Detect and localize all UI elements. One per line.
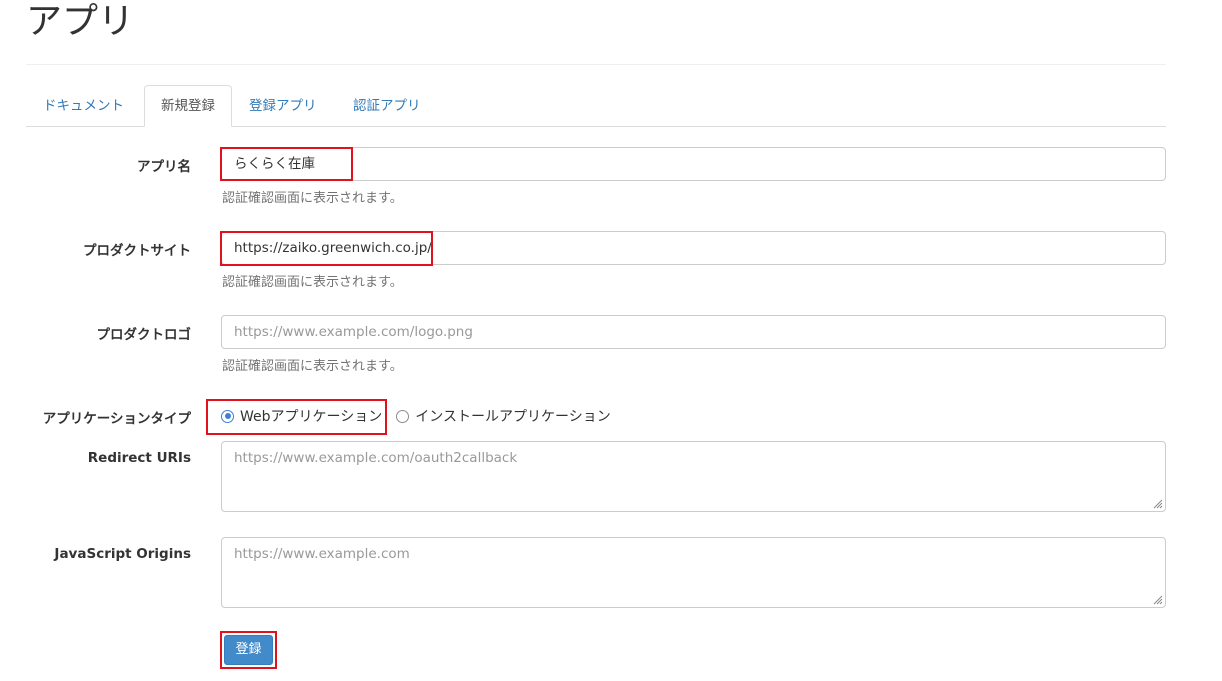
js-origins-textarea[interactable]: https://www.example.com	[221, 537, 1166, 608]
product-site-input[interactable]: https://zaiko.greenwich.co.jp/	[221, 231, 1166, 265]
tab-bar: ドキュメント 新規登録 登録アプリ 認証アプリ	[26, 85, 1166, 127]
app-type-radio-group: Webアプリケーション インストールアプリケーション	[221, 406, 625, 426]
tab-authorized-apps[interactable]: 認証アプリ	[336, 85, 440, 126]
app-type-option-web[interactable]: Webアプリケーション	[221, 406, 382, 426]
js-origins-placeholder: https://www.example.com	[234, 546, 410, 562]
resize-grip-icon[interactable]	[1151, 593, 1163, 605]
app-name-input[interactable]: らくらく在庫	[221, 147, 1166, 181]
title-divider	[26, 64, 1166, 65]
resize-grip-icon[interactable]	[1151, 497, 1163, 509]
register-button[interactable]: 登録	[224, 635, 273, 665]
product-logo-input[interactable]: https://www.example.com/logo.png	[221, 315, 1166, 349]
tab-new-registration[interactable]: 新規登録	[144, 85, 232, 127]
app-name-help: 認証確認画面に表示されます。	[222, 191, 403, 206]
js-origins-label: JavaScript Origins	[54, 546, 191, 562]
redirect-uris-label: Redirect URIs	[87, 450, 191, 466]
page-title: アプリ	[26, 1, 135, 42]
radio-web-app-label: Webアプリケーション	[240, 409, 383, 425]
radio-installed-app[interactable]	[396, 409, 410, 423]
radio-web-app[interactable]	[221, 409, 234, 423]
product-logo-placeholder: https://www.example.com/logo.png	[234, 324, 473, 340]
app-name-label: アプリ名	[137, 159, 191, 175]
app-type-label: アプリケーションタイプ	[42, 411, 191, 427]
redirect-uris-textarea[interactable]: https://www.example.com/oauth2callback	[221, 441, 1166, 512]
radio-installed-app-label: インストールアプリケーション	[415, 409, 611, 425]
product-logo-help: 認証確認画面に表示されます。	[222, 359, 403, 374]
tab-registered-apps[interactable]: 登録アプリ	[232, 85, 336, 126]
product-site-help: 認証確認画面に表示されます。	[222, 275, 403, 290]
product-site-label: プロダクトサイト	[83, 243, 191, 259]
product-site-value: https://zaiko.greenwich.co.jp/	[234, 240, 432, 256]
tab-documents[interactable]: ドキュメント	[26, 85, 144, 126]
product-logo-label: プロダクトロゴ	[96, 327, 192, 343]
app-type-option-installed[interactable]: インストールアプリケーション	[396, 406, 611, 426]
app-name-value: らくらく在庫	[234, 156, 315, 172]
redirect-uris-placeholder: https://www.example.com/oauth2callback	[234, 450, 518, 466]
